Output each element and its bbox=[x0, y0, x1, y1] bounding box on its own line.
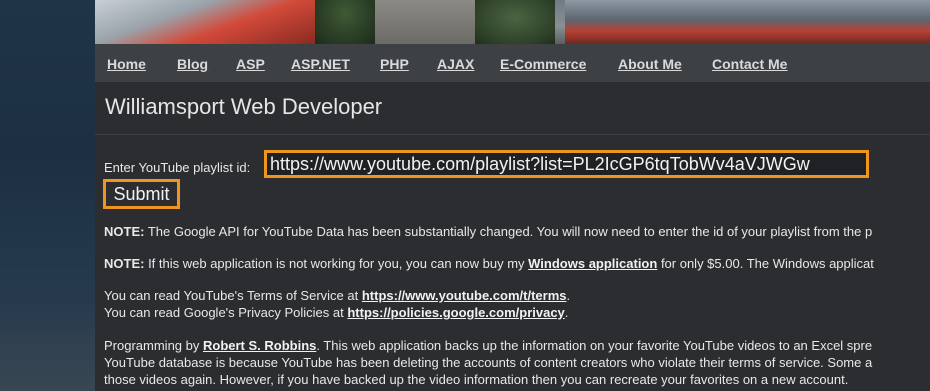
programming-text-line2: YouTube database is because YouTube has … bbox=[104, 355, 873, 370]
note-text: for only $5.00. The Windows applicat bbox=[657, 256, 874, 271]
terms-text: You can read YouTube's Terms of Service … bbox=[104, 288, 362, 303]
terms-end: . bbox=[566, 288, 571, 303]
nav-asp[interactable]: ASP bbox=[236, 56, 265, 72]
page-container: Home Blog ASP ASP.NET PHP AJAX E-Commerc… bbox=[95, 0, 930, 391]
note-windows-app: NOTE: If this web application is not wor… bbox=[104, 255, 874, 272]
google-privacy-link[interactable]: https://policies.google.com/privacy bbox=[347, 305, 564, 320]
nav-ecommerce[interactable]: E-Commerce bbox=[500, 56, 586, 72]
banner-tree bbox=[475, 0, 555, 44]
note-text: The Google API for YouTube Data has been… bbox=[144, 224, 873, 239]
page-background-left bbox=[0, 0, 95, 391]
note-prefix: NOTE: bbox=[104, 256, 145, 271]
banner-porch bbox=[375, 0, 475, 44]
note-prefix: NOTE: bbox=[104, 224, 145, 239]
nav-aspnet[interactable]: ASP.NET bbox=[291, 56, 350, 72]
submit-button[interactable]: Submit bbox=[103, 179, 180, 209]
banner-roof bbox=[95, 0, 315, 44]
nav-php[interactable]: PHP bbox=[380, 56, 409, 72]
note-text: If this web application is not working f… bbox=[144, 256, 529, 271]
programming-paragraph: Programming by Robert S. Robbins. This w… bbox=[104, 337, 872, 388]
banner-tree bbox=[315, 0, 375, 44]
note-api-change: NOTE: The Google API for YouTube Data ha… bbox=[104, 223, 872, 240]
programming-text: Programming by bbox=[104, 338, 203, 353]
programming-text-line3: those videos again. However, if you have… bbox=[104, 372, 849, 387]
playlist-id-input[interactable]: https://www.youtube.com/playlist?list=PL… bbox=[264, 150, 869, 178]
terms-paragraph: You can read YouTube's Terms of Service … bbox=[104, 287, 570, 321]
windows-application-link[interactable]: Windows application bbox=[528, 256, 657, 271]
header-banner-image bbox=[95, 0, 930, 44]
site-title-bar: Williamsport Web Developer bbox=[95, 82, 930, 135]
playlist-label: Enter YouTube playlist id: bbox=[104, 160, 251, 175]
nav-blog[interactable]: Blog bbox=[177, 56, 208, 72]
nav-about-me[interactable]: About Me bbox=[618, 56, 682, 72]
main-nav: Home Blog ASP ASP.NET PHP AJAX E-Commerc… bbox=[95, 44, 930, 82]
author-link[interactable]: Robert S. Robbins bbox=[203, 338, 316, 353]
youtube-terms-link[interactable]: https://www.youtube.com/t/terms bbox=[362, 288, 567, 303]
nav-ajax[interactable]: AJAX bbox=[437, 56, 474, 72]
privacy-text: You can read Google's Privacy Policies a… bbox=[104, 305, 348, 320]
programming-text: . This web application backs up the info… bbox=[316, 338, 873, 353]
nav-contact-me[interactable]: Contact Me bbox=[712, 56, 787, 72]
site-title: Williamsport Web Developer bbox=[105, 94, 383, 119]
main-content: Enter YouTube playlist id: https://www.y… bbox=[95, 136, 930, 391]
privacy-end: . bbox=[564, 305, 569, 320]
nav-home[interactable]: Home bbox=[107, 56, 146, 72]
banner-house bbox=[565, 0, 930, 44]
